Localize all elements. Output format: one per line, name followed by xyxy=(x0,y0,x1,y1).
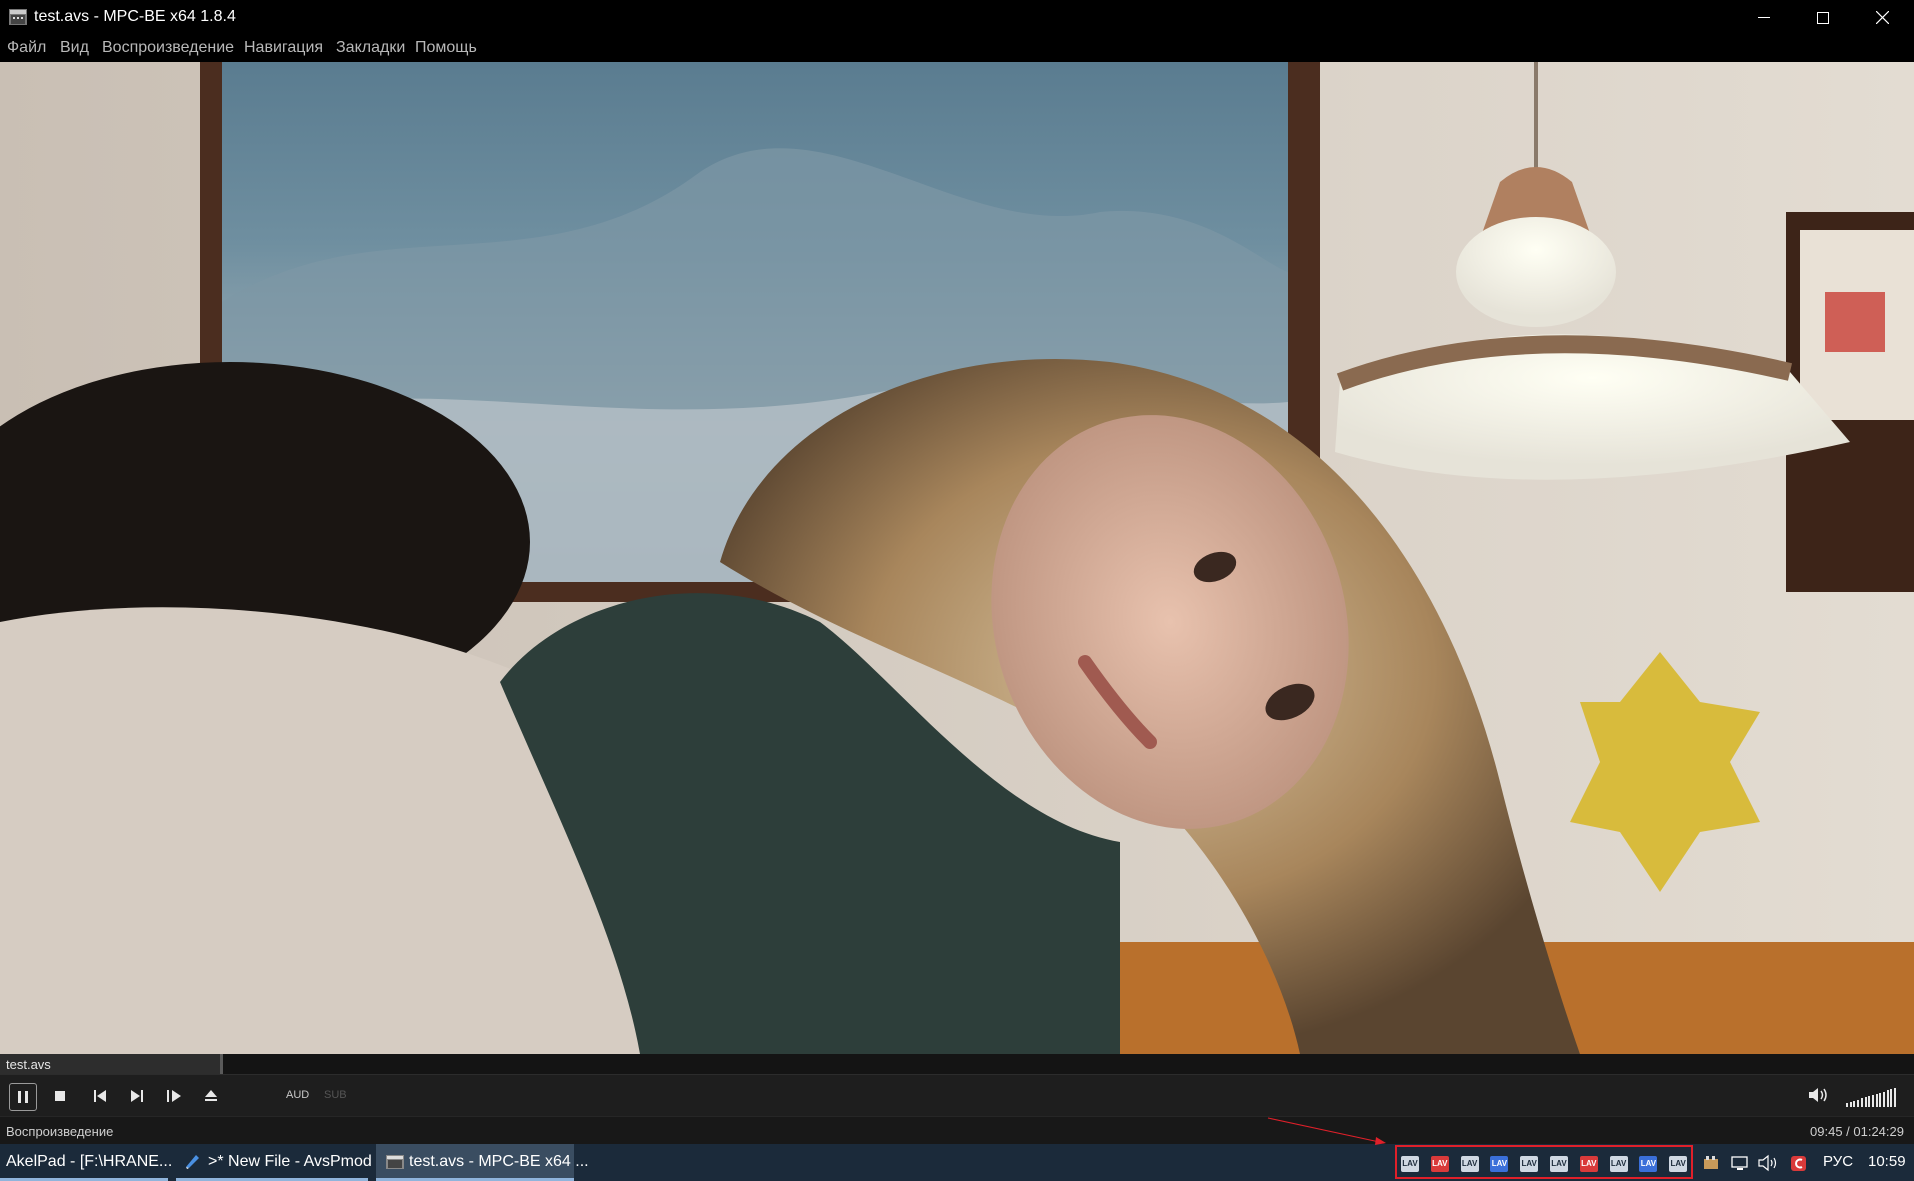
lav-filter-tray-icon[interactable]: LAV xyxy=(1490,1156,1509,1172)
seek-bar[interactable]: test.avs xyxy=(0,1054,1914,1074)
lav-filter-tray-icon[interactable]: LAV xyxy=(1579,1156,1598,1172)
minimize-icon xyxy=(1758,16,1770,18)
menu-help[interactable]: Помощь xyxy=(415,39,477,57)
prev-icon xyxy=(94,1090,106,1102)
menu-navigation[interactable]: Навигация xyxy=(244,39,323,57)
lav-filter-tray-icon[interactable]: LAV xyxy=(1520,1156,1539,1172)
frame-step-button[interactable] xyxy=(161,1083,187,1109)
input-language-indicator[interactable]: РУС xyxy=(1823,1153,1853,1170)
lav-filter-tray-icon[interactable]: LAV xyxy=(1401,1156,1419,1172)
menu-bar: Файл Вид Воспроизведение Навигация Закла… xyxy=(0,35,1914,62)
seek-filename: test.avs xyxy=(6,1057,51,1072)
network-icon[interactable] xyxy=(1730,1153,1750,1178)
lav-filter-tray-icon[interactable]: LAV xyxy=(1550,1156,1568,1172)
system-clock[interactable]: 10:59 xyxy=(1868,1153,1906,1170)
stop-button[interactable] xyxy=(47,1083,73,1109)
antivirus-tray-icon[interactable] xyxy=(1789,1153,1809,1178)
playback-controls: AUD SUB xyxy=(0,1074,1914,1117)
volume-level-bar xyxy=(1857,1099,1860,1107)
avspmod-icon xyxy=(184,1153,200,1174)
taskbar-item-mpc-be[interactable]: test.avs - MPC-BE x64 ... xyxy=(376,1144,589,1181)
mpc-be-taskbar-icon xyxy=(386,1155,404,1174)
volume-level-bar xyxy=(1849,1101,1852,1107)
lav-filter-tray-icon[interactable]: LAV xyxy=(1430,1156,1449,1172)
subtitle-track-button[interactable]: SUB xyxy=(324,1089,347,1101)
playback-time: 09:45 / 01:24:29 xyxy=(1810,1124,1904,1139)
volume-level-bar xyxy=(1875,1093,1878,1107)
stop-icon xyxy=(55,1091,65,1101)
lav-filter-tray-icon[interactable]: LAV xyxy=(1460,1156,1479,1172)
lav-filter-tray-icon[interactable]: LAV xyxy=(1609,1156,1628,1172)
close-button[interactable] xyxy=(1853,0,1911,35)
menu-file[interactable]: Файл xyxy=(7,39,46,57)
previous-button[interactable] xyxy=(87,1083,113,1109)
taskbar-item-akelpad[interactable]: AkelPad - [F:\HRANE... xyxy=(0,1144,172,1181)
taskbar-item-label: >* New File - AvsPmod xyxy=(208,1153,372,1170)
taskbar-item-label: AkelPad - [F:\HRANE... xyxy=(6,1153,173,1170)
next-button[interactable] xyxy=(124,1083,150,1109)
volume-level-bar xyxy=(1886,1090,1889,1107)
volume-level-bar xyxy=(1860,1098,1863,1107)
status-bar: Воспроизведение 09:45 / 01:24:29 xyxy=(0,1116,1914,1145)
lav-filter-tray-icon[interactable]: LAV xyxy=(1669,1156,1688,1172)
volume-level-bar xyxy=(1846,1103,1848,1107)
menu-view[interactable]: Вид xyxy=(60,39,89,57)
volume-level-bar xyxy=(1853,1100,1856,1107)
next-icon xyxy=(131,1090,143,1102)
volume-slider[interactable] xyxy=(1846,1087,1898,1107)
taskbar-item-label: test.avs - MPC-BE x64 ... xyxy=(409,1153,589,1170)
volume-level-bar xyxy=(1868,1096,1871,1107)
sound-card-tray-icon[interactable] xyxy=(1702,1153,1720,1178)
volume-level-bar xyxy=(1864,1097,1867,1107)
volume-level-bar xyxy=(1890,1089,1893,1107)
video-frame[interactable] xyxy=(0,62,1914,1054)
mpc-be-app-icon xyxy=(9,9,27,25)
maximize-icon xyxy=(1817,11,1829,24)
title-bar[interactable]: test.avs - MPC-BE x64 1.8.4 xyxy=(0,0,1914,35)
audio-track-button[interactable]: AUD xyxy=(286,1089,309,1101)
volume-level-bar xyxy=(1879,1092,1882,1107)
maximize-button[interactable] xyxy=(1794,0,1852,35)
volume-level-bar xyxy=(1871,1094,1874,1107)
frame-step-icon xyxy=(167,1090,181,1102)
video-frame-image xyxy=(0,62,1914,1054)
menu-bookmarks[interactable]: Закладки xyxy=(336,39,405,57)
minimize-button[interactable] xyxy=(1735,0,1793,35)
lav-filter-tray-icon[interactable]: LAV xyxy=(1639,1156,1658,1172)
window-title: test.avs - MPC-BE x64 1.8.4 xyxy=(34,8,236,25)
eject-icon xyxy=(205,1090,217,1101)
pause-icon xyxy=(18,1091,28,1103)
eject-button[interactable] xyxy=(198,1083,224,1109)
playback-state: Воспроизведение xyxy=(6,1124,114,1139)
menu-playback[interactable]: Воспроизведение xyxy=(102,39,234,57)
volume-level-bar xyxy=(1883,1091,1885,1107)
close-icon xyxy=(1875,11,1889,24)
volume-level-bar xyxy=(1894,1088,1897,1107)
volume-speaker-icon[interactable] xyxy=(1808,1086,1830,1109)
pause-button[interactable] xyxy=(9,1083,37,1111)
taskbar-item-avspmod[interactable]: >* New File - AvsPmod xyxy=(176,1144,372,1181)
volume-tray-icon[interactable] xyxy=(1758,1153,1780,1178)
